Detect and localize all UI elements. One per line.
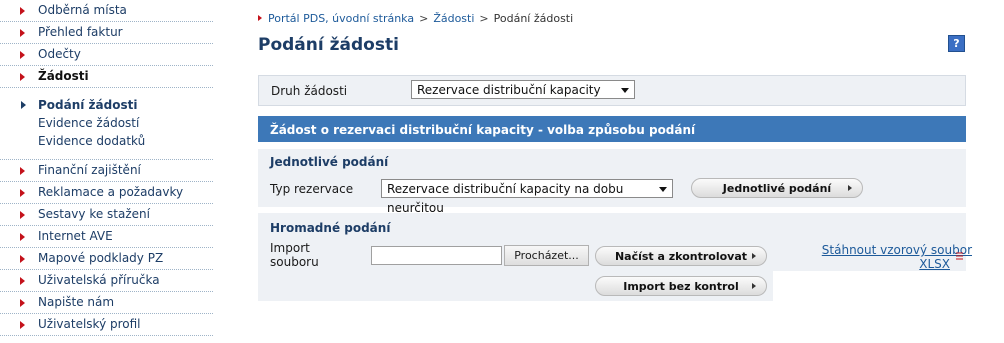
single-submission-button[interactable]: Jednotlivé podání xyxy=(691,178,863,198)
sidebar-item-label: Uživatelský profil xyxy=(38,317,141,331)
sidebar-item-label: Finanční zajištění xyxy=(38,163,141,177)
download-template-link[interactable]: Stáhnout vzorový soubor XLSX xyxy=(822,243,972,271)
chevron-right-icon xyxy=(752,283,756,289)
arrow-right-icon xyxy=(20,321,25,329)
breadcrumb-home-link[interactable]: Portál PDS, úvodní stránka xyxy=(268,12,414,25)
download-icon xyxy=(956,252,963,260)
load-and-check-button-label: Načíst a zkontrolovat xyxy=(614,250,748,263)
reservation-type-label: Typ rezervace xyxy=(270,182,354,196)
sidebar-submenu-zadosti: Podání žádosti Evidence žádostí Evidence… xyxy=(0,88,213,160)
single-submission-button-label: Jednotlivé podání xyxy=(722,182,832,195)
breadcrumb-zadosti-link[interactable]: Žádosti xyxy=(433,12,474,25)
help-icon[interactable]: ? xyxy=(948,35,965,52)
arrow-right-icon xyxy=(20,189,25,197)
arrow-right-icon xyxy=(20,299,25,307)
request-type-selected: Rezervace distribuční kapacity xyxy=(417,83,601,97)
sidebar-item-odecty[interactable]: Odečty xyxy=(0,44,213,66)
main-content: Portál PDS, úvodní stránka > Žádosti > Podán… xyxy=(246,0,1004,343)
sidebar-item-label: Odběrná místa xyxy=(38,3,127,17)
sidebar-item-label: Přehled faktur xyxy=(38,25,123,39)
arrow-right-icon xyxy=(20,277,25,285)
sidebar-item-zadosti[interactable]: Žádosti xyxy=(0,66,213,88)
sidebar-subitem-evidence-zadosti[interactable]: Evidence žádostí xyxy=(0,114,213,132)
breadcrumb: Portál PDS, úvodní stránka > Žádosti > Podán… xyxy=(258,12,573,25)
sidebar-item-label: Mapové podklady PZ xyxy=(38,251,164,265)
sidebar-subitem-evidence-dodatku[interactable]: Evidence dodatků xyxy=(0,132,213,150)
sidebar-item-uzivatelska-prirucka[interactable]: Uživatelská příručka xyxy=(0,270,213,292)
sidebar-item-reklamace[interactable]: Reklamace a požadavky xyxy=(0,182,213,204)
import-file-label-line2: souboru xyxy=(270,255,319,269)
arrow-right-icon xyxy=(20,255,25,263)
bulk-submission-heading: Hromadné podání xyxy=(270,221,391,235)
arrow-right-icon xyxy=(20,7,25,15)
sidebar-subitem-label: Evidence žádostí xyxy=(38,116,140,130)
import-file-label-line1: Import xyxy=(270,241,310,255)
sidebar-item-uzivatelsky-profil[interactable]: Uživatelský profil xyxy=(0,314,213,336)
arrow-right-icon xyxy=(20,167,25,175)
arrow-right-icon xyxy=(20,29,25,37)
single-submission-heading: Jednotlivé podání xyxy=(270,155,389,169)
chevron-down-icon xyxy=(621,88,629,93)
sidebar-subitem-podani-zadosti[interactable]: Podání žádosti xyxy=(0,96,213,114)
sidebar-subitem-label: Podání žádosti xyxy=(38,98,138,112)
download-template-line1: Stáhnout vzorový soubor xyxy=(821,243,972,257)
bulk-submission-section: Hromadné podání Import souboru Procházet… xyxy=(258,213,972,301)
import-file-label: Import souboru xyxy=(270,241,319,269)
arrow-right-icon xyxy=(21,101,26,109)
download-template-line2: XLSX xyxy=(919,257,950,271)
reservation-type-select[interactable]: Rezervace distribuční kapacity na dobu n… xyxy=(381,179,673,215)
import-without-check-button-label: Import bez kontrol xyxy=(623,280,739,293)
load-and-check-button[interactable]: Načíst a zkontrolovat xyxy=(595,246,767,266)
sidebar-item-label: Žádosti xyxy=(38,69,89,83)
sidebar-item-odberna-mista[interactable]: Odběrná místa xyxy=(0,0,213,22)
sidebar-item-sestavy[interactable]: Sestavy ke stažení xyxy=(0,204,213,226)
request-type-label: Druh žádosti xyxy=(271,84,348,98)
sidebar-item-label: Reklamace a požadavky xyxy=(38,185,184,199)
sidebar-item-prehled-faktur[interactable]: Přehled faktur xyxy=(0,22,213,44)
arrow-right-icon xyxy=(20,233,25,241)
arrow-right-icon xyxy=(20,211,25,219)
single-submission-section: Jednotlivé podání Typ rezervace Rezervac… xyxy=(258,149,966,215)
sidebar-item-label: Internet AVE xyxy=(38,229,113,243)
sidebar-item-financni-zajisteni[interactable]: Finanční zajištění xyxy=(0,160,213,182)
breadcrumb-arrow-icon xyxy=(258,15,262,21)
arrow-right-icon xyxy=(20,51,25,59)
browse-button[interactable]: Procházet... xyxy=(504,245,589,266)
import-without-check-button[interactable]: Import bez kontrol xyxy=(595,276,767,296)
section-band-title: Žádost o rezervaci distribuční kapacity … xyxy=(258,116,966,142)
sidebar-item-label: Napište nám xyxy=(38,295,115,309)
chevron-right-icon xyxy=(752,253,756,259)
chevron-right-icon xyxy=(848,185,852,191)
breadcrumb-current: Podání žádosti xyxy=(493,12,574,25)
sidebar-item-mapove-podklady[interactable]: Mapové podklady PZ xyxy=(0,248,213,270)
breadcrumb-separator: > xyxy=(419,12,429,25)
request-type-row: Druh žádosti Rezervace distribuční kapac… xyxy=(258,75,966,106)
sidebar: Odběrná místa Přehled faktur Odečty Žádo… xyxy=(0,0,213,343)
request-type-select[interactable]: Rezervace distribuční kapacity xyxy=(411,80,635,99)
sidebar-item-internet-ave[interactable]: Internet AVE xyxy=(0,226,213,248)
chevron-down-icon xyxy=(659,187,667,192)
reservation-type-selected: Rezervace distribuční kapacity na dobu n… xyxy=(387,182,624,215)
page-title: Podání žádosti xyxy=(258,35,399,55)
breadcrumb-separator: > xyxy=(479,12,489,25)
sidebar-item-label: Uživatelská příručka xyxy=(38,273,160,287)
sidebar-item-label: Odečty xyxy=(38,47,81,61)
sidebar-item-napiste-nam[interactable]: Napište nám xyxy=(0,292,213,314)
sidebar-item-label: Sestavy ke stažení xyxy=(38,207,150,221)
file-path-input[interactable] xyxy=(371,246,502,265)
arrow-right-icon xyxy=(20,73,25,81)
sidebar-subitem-label: Evidence dodatků xyxy=(38,134,146,148)
